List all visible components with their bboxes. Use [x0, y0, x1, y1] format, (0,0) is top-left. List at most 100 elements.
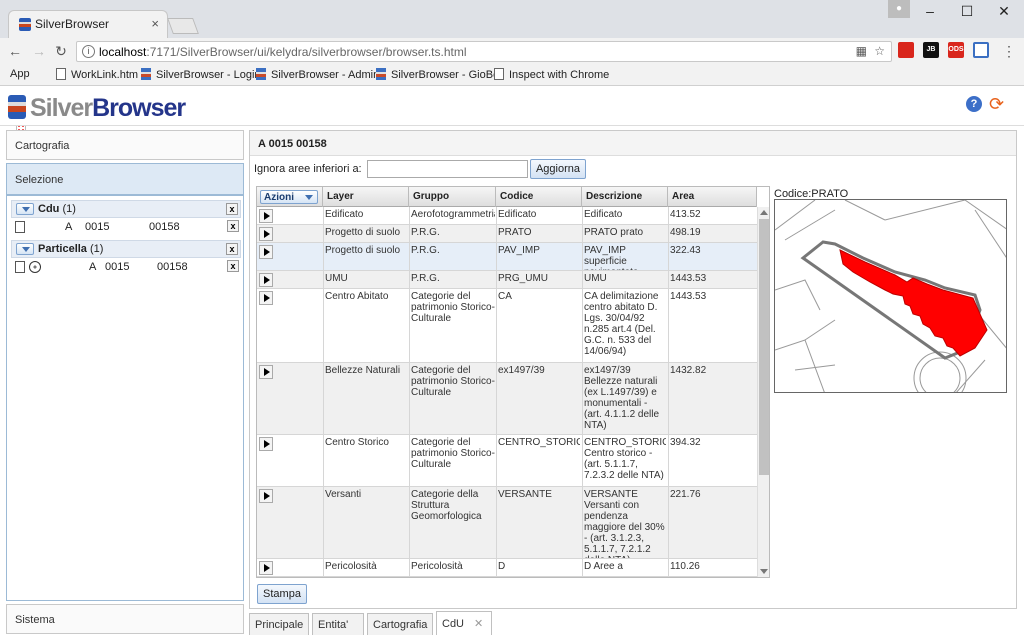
scroll-thumb[interactable]: [759, 219, 769, 475]
jb-extension-icon[interactable]: JB: [923, 42, 939, 58]
list-item[interactable]: A 0015 00158 x: [11, 258, 241, 276]
cell-layer: UMU: [325, 273, 348, 284]
bookmarks-bar: App WorkLink.htm SilverBrowser - Login S…: [0, 64, 1024, 135]
chrome-menu-icon[interactable]: ⋮: [1000, 42, 1018, 60]
min-area-input[interactable]: [367, 160, 528, 178]
sistema-panel-header[interactable]: Sistema: [6, 604, 244, 634]
bookmark-sb-giobo[interactable]: SilverBrowser - GioBo: [376, 68, 499, 81]
ods-extension-icon[interactable]: ODS: [948, 42, 964, 58]
remove-group-button[interactable]: x: [226, 203, 238, 215]
col-area[interactable]: Area: [668, 187, 757, 207]
table-body: Edificato Aerofotogrammetria Edificato Edif…: [257, 207, 757, 577]
tab-principale[interactable]: Principale: [249, 613, 309, 635]
results-table: Azioni Layer Gruppo Codice Descrizione A…: [256, 186, 770, 578]
table-row[interactable]: Edificato Aerofotogrammetria Edificato Edif…: [257, 207, 757, 225]
globe-icon[interactable]: [29, 261, 41, 273]
col-codice[interactable]: Codice: [496, 187, 582, 207]
tab-close-icon[interactable]: ✕: [474, 618, 483, 630]
expand-row-icon[interactable]: [259, 245, 273, 259]
expand-row-icon[interactable]: [259, 561, 273, 575]
acrobat-extension-icon[interactable]: [898, 42, 914, 58]
address-bar[interactable]: i localhost:7171/SilverBrowser/ui/kelydr…: [76, 41, 892, 62]
logo-icon: [8, 95, 26, 119]
browser-tab-title: SilverBrowser: [35, 17, 110, 31]
scroll-up-icon: [760, 210, 768, 215]
tab-cdu[interactable]: CdU ✕: [436, 611, 492, 635]
expand-dropdown-icon[interactable]: [16, 203, 34, 215]
expand-dropdown-icon[interactable]: [16, 243, 34, 255]
tab-cartografia[interactable]: Cartografia: [367, 613, 433, 635]
table-row[interactable]: Centro Storico Categorie del patrimonio S…: [257, 435, 757, 487]
table-row[interactable]: Progetto di suolo P.R.G. PRATO PRATO prato 4…: [257, 225, 757, 243]
expand-row-icon[interactable]: [259, 291, 273, 305]
browser-tab[interactable]: SilverBrowser ×: [8, 10, 168, 38]
page-icon: [56, 68, 66, 80]
table-scrollbar[interactable]: [757, 207, 769, 577]
cell-area: 221.76: [670, 489, 701, 500]
translate-icon[interactable]: ▦: [856, 44, 867, 58]
filter-label: Ignora aree inferiori a:: [254, 163, 362, 175]
expand-row-icon[interactable]: [259, 437, 273, 451]
back-arrow-icon[interactable]: ←: [6, 42, 24, 60]
table-row[interactable]: UMU P.R.G. PRG_UMU UMU 1443.53: [257, 271, 757, 289]
table-row[interactable]: Progetto di suolo P.R.G. PAV_IMP PAV_IMP su…: [257, 243, 757, 271]
cell-layer: Versanti: [325, 489, 362, 500]
expand-row-icon[interactable]: [259, 227, 273, 241]
cell-area: 413.52: [670, 209, 701, 220]
help-icon[interactable]: ?: [966, 96, 982, 112]
aggiorna-button[interactable]: Aggiorna: [530, 159, 586, 179]
selezione-panel-header[interactable]: Selezione: [6, 163, 244, 195]
stampa-button[interactable]: Stampa: [257, 584, 307, 604]
list-item[interactable]: A 0015 00158 x: [11, 218, 241, 236]
user-profile-icon[interactable]: ●: [888, 0, 910, 18]
table-row[interactable]: Bellezze Naturali Categorie del patrimoni…: [257, 363, 757, 435]
expand-row-icon[interactable]: [259, 489, 273, 503]
col-azioni: Azioni: [257, 187, 323, 207]
page-title: A 0015 00158: [250, 131, 1016, 156]
document-icon[interactable]: [15, 261, 25, 273]
minimize-button[interactable]: –: [912, 0, 948, 24]
bookmark-worklink[interactable]: WorkLink.htm: [56, 68, 138, 81]
remove-item-button[interactable]: x: [227, 220, 239, 232]
tab-close-icon[interactable]: ×: [151, 16, 159, 31]
group-particella[interactable]: Particella (1) x: [11, 240, 241, 258]
bookmark-inspect[interactable]: Inspect with Chrome: [494, 68, 609, 81]
bookmark-sb-admin[interactable]: SilverBrowser - Admin: [256, 68, 379, 81]
bookmark-apps[interactable]: App: [10, 68, 30, 135]
cell-descrizione: D Aree a: [584, 561, 623, 572]
col-layer[interactable]: Layer: [323, 187, 409, 207]
new-tab-button[interactable]: [167, 18, 199, 34]
refresh-icon[interactable]: ⟳: [989, 95, 1007, 113]
expand-row-icon[interactable]: [259, 365, 273, 379]
map-view[interactable]: [774, 199, 1007, 393]
page-icon: [494, 68, 504, 80]
cell-area: 394.32: [670, 437, 701, 448]
bookmark-sb-login[interactable]: SilverBrowser - Login: [141, 68, 261, 81]
browser-tabstrip: SilverBrowser × ● – ☐ ✕: [0, 0, 1024, 38]
maximize-button[interactable]: ☐: [949, 0, 985, 24]
cast-extension-icon[interactable]: [973, 42, 989, 58]
remove-group-button[interactable]: x: [226, 243, 238, 255]
cell-descrizione: ex1497/39 Bellezze naturali (ex L.1497/3…: [584, 365, 660, 431]
azioni-dropdown[interactable]: Azioni: [260, 190, 318, 204]
col-descrizione[interactable]: Descrizione: [582, 187, 668, 207]
forward-arrow-icon[interactable]: →: [30, 42, 48, 60]
table-row[interactable]: Centro Abitato Categorie del patrimonio S…: [257, 289, 757, 363]
cartografia-panel-header[interactable]: Cartografia: [6, 130, 244, 160]
bookmark-star-icon[interactable]: ☆: [874, 44, 885, 58]
remove-item-button[interactable]: x: [227, 260, 239, 272]
tab-entita[interactable]: Entita': [312, 613, 364, 635]
app-logo: SilverBrowser: [8, 94, 186, 122]
group-cdu[interactable]: Cdu (1) x: [11, 200, 241, 218]
expand-row-icon[interactable]: [259, 209, 273, 223]
info-icon[interactable]: i: [82, 45, 95, 58]
reload-icon[interactable]: ↻: [52, 42, 70, 60]
col-gruppo[interactable]: Gruppo: [409, 187, 496, 207]
document-icon[interactable]: [15, 221, 25, 233]
cell-layer: Edificato: [325, 209, 364, 220]
close-window-button[interactable]: ✕: [986, 0, 1022, 24]
expand-row-icon[interactable]: [259, 273, 273, 287]
table-row[interactable]: Pericolosità Pericolosità D D Aree a 110.26: [257, 559, 757, 577]
table-row[interactable]: Versanti Categorie della Struttura Geomor…: [257, 487, 757, 559]
cell-area: 322.43: [670, 245, 701, 256]
